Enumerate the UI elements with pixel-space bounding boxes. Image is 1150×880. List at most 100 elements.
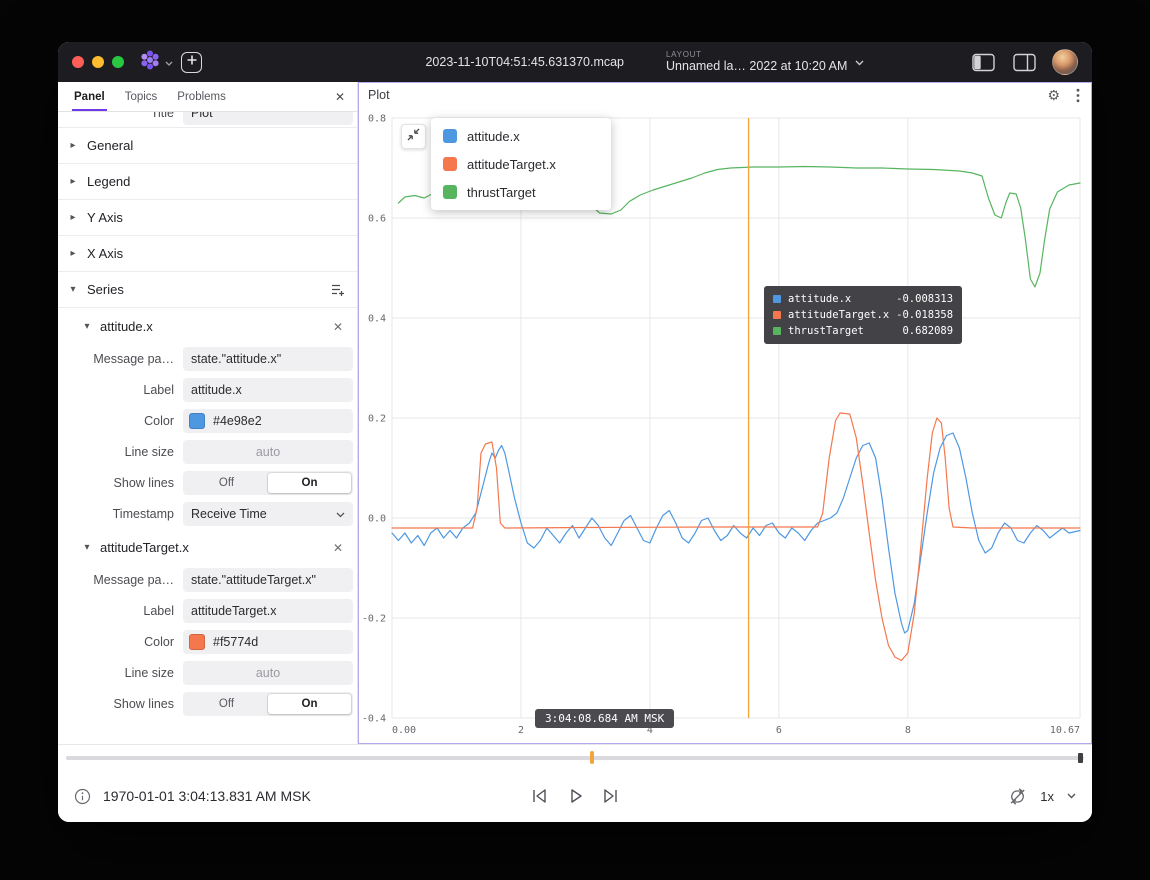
series-header[interactable]: ▾ attitude.x ✕ [58, 310, 357, 343]
remove-series-icon[interactable]: ✕ [333, 541, 343, 555]
close-window-button[interactable] [72, 56, 84, 68]
plot-panel[interactable]: Plot ⚙ 0.80.60.40.20.0-0.2-0.40.00246810… [358, 82, 1092, 744]
section-series[interactable]: ▾ Series [58, 272, 357, 308]
seek-backward-button[interactable] [529, 786, 549, 806]
svg-text:0.00: 0.00 [392, 725, 416, 736]
kebab-menu-icon[interactable] [1076, 88, 1080, 103]
svg-text:10.67: 10.67 [1050, 725, 1080, 736]
app-menu-button[interactable] [138, 48, 173, 77]
field-label: Color [66, 635, 174, 649]
add-series-icon[interactable] [330, 282, 345, 297]
svg-text:0.2: 0.2 [368, 414, 386, 425]
section-general[interactable]: ▸ General [58, 128, 357, 164]
layout-name: Unnamed la… 2022 at 10:20 AM [666, 59, 847, 73]
show-lines-off-option[interactable]: Off [185, 473, 268, 493]
line-size-input[interactable]: auto [183, 661, 353, 685]
series-label-input[interactable]: attitude.x [183, 378, 353, 402]
series-label-input[interactable]: attitudeTarget.x [183, 599, 353, 623]
timestamp-value: Receive Time [191, 507, 267, 521]
tab-panel[interactable]: Panel [64, 82, 115, 111]
chevron-down-icon [165, 53, 173, 71]
play-button[interactable] [565, 786, 585, 806]
zoom-window-button[interactable] [112, 56, 124, 68]
layout-selector[interactable]: LAYOUT Unnamed la… 2022 at 10:20 AM [666, 50, 864, 74]
tooltip-value: -0.008313 [896, 293, 953, 305]
section-label: General [87, 138, 133, 153]
titlebar: 2023-11-10T04:51:45.631370.mcap LAYOUT U… [58, 42, 1092, 82]
section-y-axis[interactable]: ▸ Y Axis [58, 200, 357, 236]
svg-text:6: 6 [776, 725, 782, 736]
show-lines-toggle: Off On [183, 692, 353, 716]
section-x-axis[interactable]: ▸ X Axis [58, 236, 357, 272]
scrubber-end-marker [1078, 753, 1083, 763]
legend-label: attitude.x [467, 129, 520, 144]
legend-item[interactable]: thrustTarget [431, 178, 611, 206]
chevron-right-icon: ▸ [68, 140, 78, 151]
color-swatch[interactable] [189, 634, 205, 650]
show-lines-on-option[interactable]: On [268, 694, 351, 714]
plot-panel-header: Plot ⚙ [358, 82, 1092, 108]
show-lines-toggle: Off On [183, 471, 353, 495]
main-area: Panel Topics Problems ✕ Title Plot ▸ Gen… [58, 82, 1092, 744]
window-controls [72, 56, 124, 68]
color-value: #4e98e2 [213, 414, 262, 428]
close-sidebar-icon[interactable]: ✕ [323, 82, 357, 111]
data-source-title[interactable]: 2023-11-10T04:51:45.631370.mcap [425, 55, 624, 69]
add-data-source-button[interactable] [181, 52, 202, 73]
tab-problems[interactable]: Problems [167, 82, 236, 111]
series-color-swatch [443, 185, 457, 199]
field-label: Title [66, 112, 174, 120]
user-avatar[interactable] [1052, 49, 1078, 75]
legend-item[interactable]: attitude.x [431, 122, 611, 150]
timeline-scrubber[interactable] [58, 744, 1092, 770]
tab-topics[interactable]: Topics [115, 82, 168, 111]
tooltip-value: 0.682089 [902, 325, 953, 337]
current-timestamp: 1970-01-01 3:04:13.831 AM MSK [103, 788, 311, 804]
chart-area[interactable]: 0.80.60.40.20.0-0.2-0.40.00246810.67 [358, 108, 1092, 744]
svg-text:8: 8 [905, 725, 911, 736]
color-value: #f5774d [213, 635, 258, 649]
remove-series-icon[interactable]: ✕ [333, 320, 343, 334]
hover-tooltip: attitude.x -0.008313 attitudeTarget.x -0… [764, 286, 962, 344]
foxglove-logo-icon [138, 48, 162, 77]
playback-speed[interactable]: 1x [1040, 789, 1054, 804]
show-lines-on-option[interactable]: On [268, 473, 351, 493]
tooltip-label: attitude.x [788, 293, 851, 305]
scrubber-track[interactable] [66, 756, 1084, 760]
section-legend[interactable]: ▸ Legend [58, 164, 357, 200]
chevron-right-icon: ▸ [68, 248, 78, 259]
minimize-window-button[interactable] [92, 56, 104, 68]
info-icon[interactable] [74, 788, 91, 805]
panel-title: Plot [368, 88, 390, 102]
layout-label: LAYOUT [666, 50, 847, 59]
chevron-down-icon: ▾ [82, 321, 92, 332]
gear-icon[interactable]: ⚙ [1047, 88, 1060, 102]
seek-forward-button[interactable] [601, 786, 621, 806]
color-input[interactable]: #4e98e2 [183, 409, 353, 433]
field-label: Label [66, 383, 174, 397]
message-path-input[interactable]: state."attitudeTarget.x" [183, 568, 353, 592]
chevron-right-icon: ▸ [68, 212, 78, 223]
line-size-input[interactable]: auto [183, 440, 353, 464]
series-color-swatch [773, 295, 781, 303]
collapse-legend-button[interactable] [401, 124, 426, 149]
chevron-down-icon [855, 53, 864, 71]
scrubber-playhead[interactable] [590, 751, 594, 764]
color-input[interactable]: #f5774d [183, 630, 353, 654]
show-lines-off-option[interactable]: Off [185, 694, 268, 714]
panel-title-input[interactable]: Plot [183, 112, 353, 125]
left-sidebar-toggle-icon[interactable] [972, 53, 995, 72]
series-header[interactable]: ▾ attitudeTarget.x ✕ [58, 531, 357, 564]
timestamp-select[interactable]: Receive Time [183, 502, 353, 526]
series-color-swatch [773, 311, 781, 319]
right-sidebar-toggle-icon[interactable] [1013, 53, 1036, 72]
color-swatch[interactable] [189, 413, 205, 429]
tooltip-row: attitude.x -0.008313 [773, 291, 953, 307]
section-label: Legend [87, 174, 130, 189]
message-path-input[interactable]: state."attitude.x" [183, 347, 353, 371]
field-label: Line size [66, 666, 174, 680]
loop-off-icon[interactable] [1008, 787, 1027, 806]
chevron-down-icon[interactable] [1067, 793, 1076, 799]
series-color-swatch [443, 157, 457, 171]
legend-item[interactable]: attitudeTarget.x [431, 150, 611, 178]
